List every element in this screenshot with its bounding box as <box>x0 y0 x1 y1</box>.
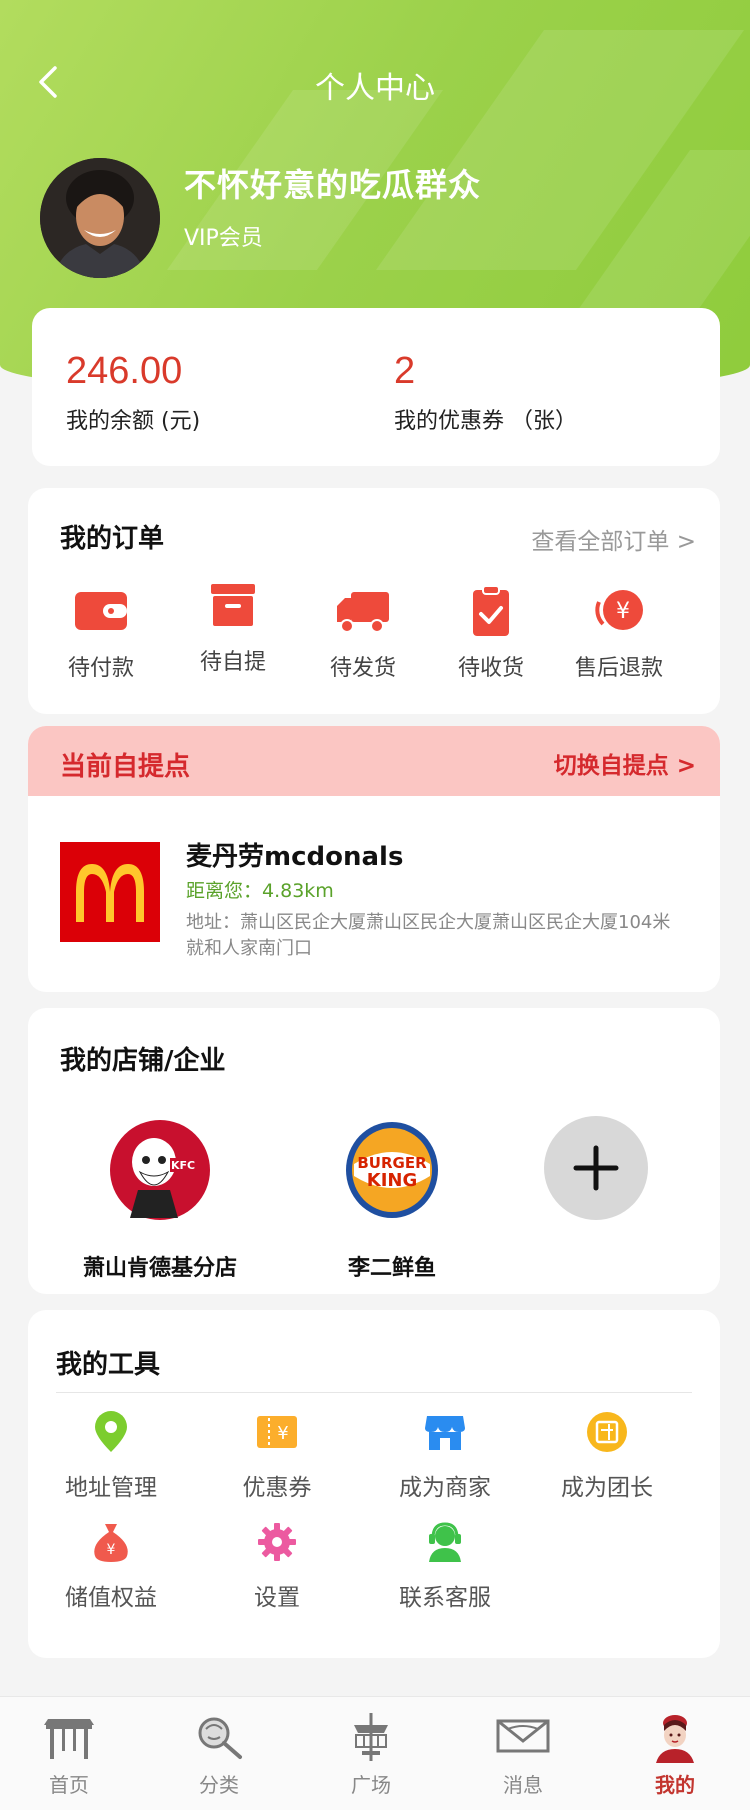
plus-icon <box>573 1145 619 1191</box>
location-pin-icon <box>95 1411 127 1452</box>
pickup-header: 当前自提点 切换自提点 > <box>28 726 720 796</box>
store-icon <box>425 1416 465 1450</box>
svg-text:KFC: KFC <box>171 1159 195 1172</box>
view-all-orders-link[interactable]: 查看全部订单 > <box>531 522 696 556</box>
user-name: 不怀好意的吃瓜群众 <box>184 166 482 204</box>
tool-become-merchant[interactable]: 成为商家 <box>380 1410 510 1502</box>
category-icon <box>198 1717 242 1759</box>
tool-address[interactable]: 地址管理 <box>46 1410 176 1502</box>
mcdonalds-logo <box>60 842 160 942</box>
message-icon <box>496 1719 550 1753</box>
refund-icon: ¥ <box>595 590 643 630</box>
orders-title: 我的订单 <box>60 524 165 554</box>
balance-item[interactable]: 246.00 我的余额 (元) <box>66 350 200 435</box>
balance-amount: 246.00 <box>66 350 183 392</box>
shop-label: 萧山肯德基分店 <box>82 1256 237 1281</box>
tool-become-leader[interactable]: 成为团长 <box>542 1410 672 1502</box>
order-pending-shipment[interactable]: 待发货 <box>308 584 418 682</box>
home-icon <box>44 1719 94 1759</box>
coupon-count-item[interactable]: 2 我的优惠券 （张） <box>394 350 577 435</box>
order-pending-payment[interactable]: 待付款 <box>46 584 156 682</box>
orders-card: 我的订单 查看全部订单 > 待付款 待自提 待发货 待收货 ¥ 售后退款 <box>28 488 720 714</box>
group-leader-icon <box>587 1412 627 1452</box>
add-shop-button[interactable] <box>544 1116 648 1220</box>
mcdonalds-arches-icon <box>76 864 144 922</box>
tab-label: 广场 <box>351 1773 391 1797</box>
coupon-icon: ¥ <box>257 1416 297 1448</box>
balance-label: 我的余额 (元) <box>66 409 201 434</box>
avatar-image <box>40 158 160 278</box>
svg-text:KING: KING <box>367 1170 417 1191</box>
tool-label: 优惠券 <box>242 1475 312 1501</box>
tool-label: 成为商家 <box>399 1475 491 1501</box>
pickup-title: 当前自提点 <box>60 752 191 782</box>
avatar[interactable] <box>40 158 160 278</box>
svg-text:¥: ¥ <box>277 1423 288 1444</box>
tool-settings[interactable]: 设置 <box>212 1520 342 1612</box>
tab-label: 我的 <box>655 1773 695 1797</box>
pickup-card: 当前自提点 切换自提点 > 麦丹劳mcdonals 距离您：4.83km 地址：… <box>28 726 720 992</box>
switch-pickup-button[interactable]: 切换自提点 > <box>554 746 696 780</box>
tab-messages[interactable]: 消息 <box>468 1711 578 1798</box>
order-label: 待发货 <box>329 656 396 681</box>
gear-icon <box>258 1523 296 1561</box>
order-label: 待付款 <box>67 656 134 681</box>
tool-stored-value[interactable]: ¥ 储值权益 <box>46 1520 176 1612</box>
order-refund[interactable]: ¥ 售后退款 <box>564 584 674 682</box>
wallet-icon <box>75 592 127 630</box>
svg-text:¥: ¥ <box>616 599 630 624</box>
shops-title: 我的店铺/企业 <box>60 1046 226 1076</box>
tool-label: 设置 <box>254 1585 300 1611</box>
bottom-tab-bar: 首页 分类 广场 消息 我的 <box>0 1696 750 1810</box>
tab-category[interactable]: 分类 <box>164 1711 274 1798</box>
pickup-store-name: 麦丹劳mcdonals <box>186 842 404 872</box>
coupon-count-label: 我的优惠券 （张） <box>394 409 577 434</box>
profile-icon <box>656 1715 694 1763</box>
member-level: VIP会员 <box>184 226 263 251</box>
customer-service-icon <box>429 1522 461 1562</box>
tool-label: 联系客服 <box>399 1585 491 1611</box>
tab-label: 消息 <box>503 1773 543 1797</box>
tab-label: 分类 <box>199 1773 239 1797</box>
svg-text:¥: ¥ <box>107 1542 116 1558</box>
kfc-logo: KFC <box>110 1120 210 1220</box>
divider <box>56 1392 692 1393</box>
shop-item[interactable]: KFC 萧山肯德基分店 <box>60 1118 260 1282</box>
tools-title: 我的工具 <box>56 1350 161 1380</box>
tab-profile[interactable]: 我的 <box>620 1711 730 1798</box>
truck-icon <box>337 592 389 633</box>
pickup-address: 地址：萧山区民企大厦萧山区民企大厦萧山区民企大厦104米就和人家南门口 <box>186 912 671 959</box>
order-label: 待收货 <box>457 656 524 681</box>
order-pending-pickup[interactable]: 待自提 <box>178 578 288 676</box>
tools-card: 我的工具 地址管理 ¥ 优惠券 成为商家 成为团长 ¥ 储值权益 设置 联系客服 <box>28 1310 720 1658</box>
order-label: 待自提 <box>199 650 266 675</box>
tool-customer-service[interactable]: 联系客服 <box>380 1520 510 1612</box>
plaza-icon <box>354 1713 388 1761</box>
tool-label: 储值权益 <box>65 1585 157 1611</box>
coupon-count: 2 <box>394 350 416 392</box>
tab-home[interactable]: 首页 <box>14 1711 124 1798</box>
tab-label: 首页 <box>49 1773 89 1797</box>
balance-card: 246.00 我的余额 (元) 2 我的优惠券 （张） <box>32 308 720 466</box>
tab-plaza[interactable]: 广场 <box>316 1711 426 1798</box>
burger-king-logo: BURGER KING <box>346 1122 438 1218</box>
clipboard-check-icon <box>473 585 509 636</box>
order-label: 售后退款 <box>574 656 663 681</box>
shop-label: 李二鲜鱼 <box>347 1256 436 1281</box>
shops-card: 我的店铺/企业 KFC 萧山肯德基分店 BURGER KING 李二鲜鱼 <box>28 1008 720 1294</box>
tool-coupon[interactable]: ¥ 优惠券 <box>212 1410 342 1502</box>
tool-label: 地址管理 <box>65 1475 157 1501</box>
box-icon <box>211 584 255 626</box>
page-title: 个人中心 <box>315 71 435 106</box>
tool-label: 成为团长 <box>561 1475 653 1501</box>
shop-item[interactable]: BURGER KING 李二鲜鱼 <box>292 1118 492 1282</box>
pickup-distance: 距离您：4.83km <box>186 880 334 902</box>
order-pending-receipt[interactable]: 待收货 <box>436 584 546 682</box>
money-bag-icon: ¥ <box>94 1524 128 1562</box>
